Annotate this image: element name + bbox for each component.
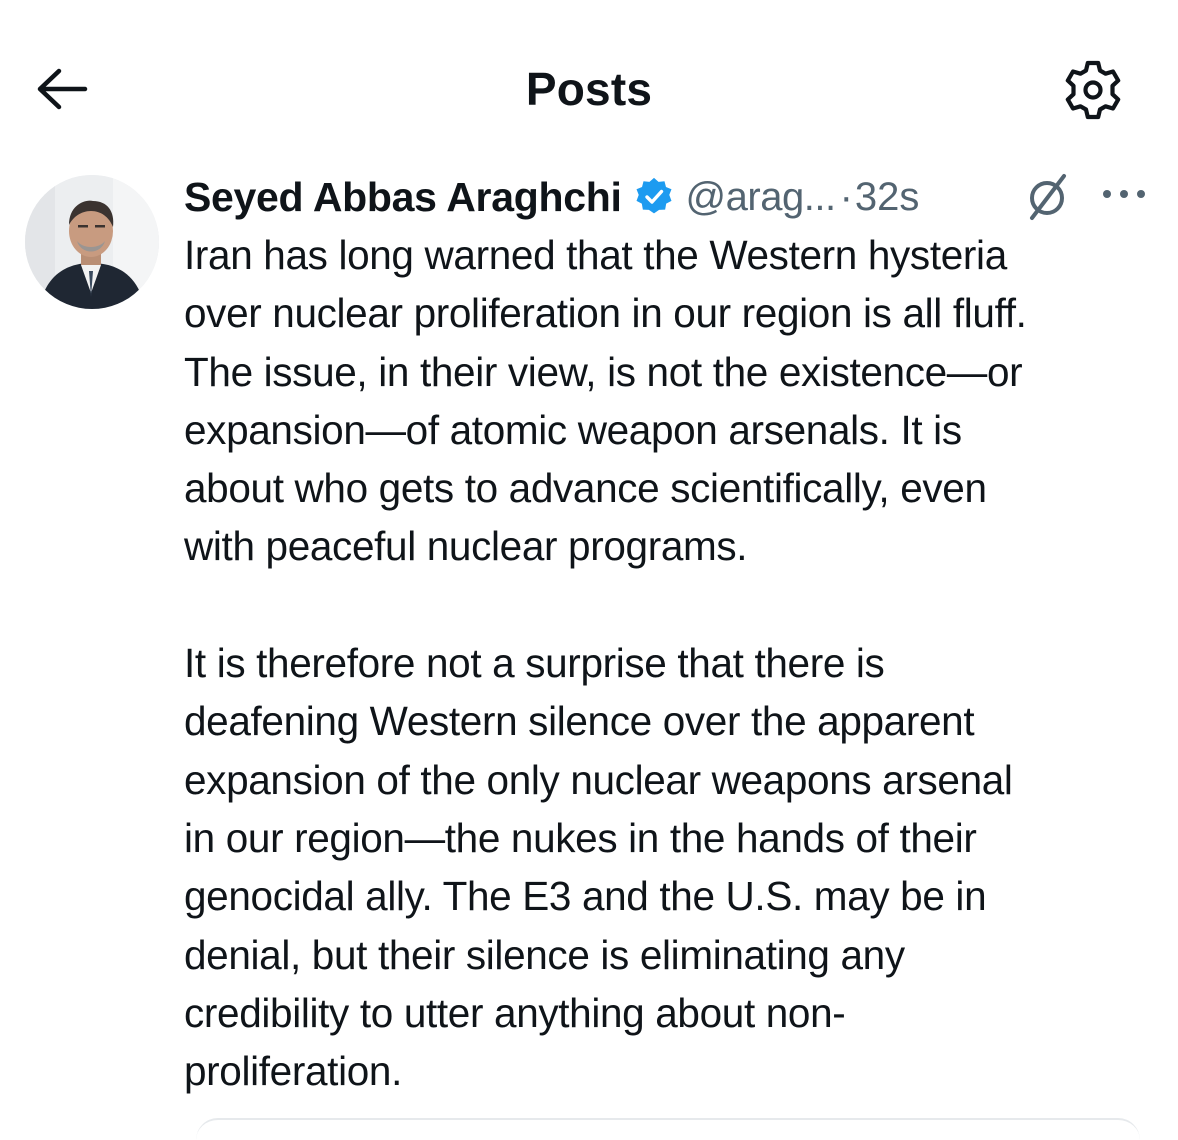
author-name[interactable]: Seyed Abbas Araghchi <box>184 174 622 221</box>
grok-button[interactable] <box>1022 170 1072 226</box>
gear-icon <box>1060 57 1126 128</box>
page-title: Posts <box>525 63 653 115</box>
post-text: Iran has long warned that the Western hy… <box>184 232 1027 1095</box>
grok-icon <box>1024 170 1070 227</box>
verified-badge-icon <box>634 177 674 217</box>
meta-separator: · <box>839 174 853 219</box>
post[interactable]: Seyed Abbas Araghchi @arag... · 32s Iran… <box>0 160 1178 1122</box>
settings-button[interactable] <box>1055 54 1131 130</box>
more-options-button[interactable] <box>1098 176 1150 216</box>
embedded-card-edge <box>196 1118 1140 1140</box>
avatar[interactable] <box>25 175 159 309</box>
top-bar: Posts <box>0 0 1178 170</box>
author-handle[interactable]: @arag... <box>686 175 837 220</box>
post-time[interactable]: 32s <box>855 175 920 220</box>
more-horizontal-icon <box>1101 187 1147 205</box>
post-header: Seyed Abbas Araghchi @arag... · 32s <box>184 166 1164 228</box>
